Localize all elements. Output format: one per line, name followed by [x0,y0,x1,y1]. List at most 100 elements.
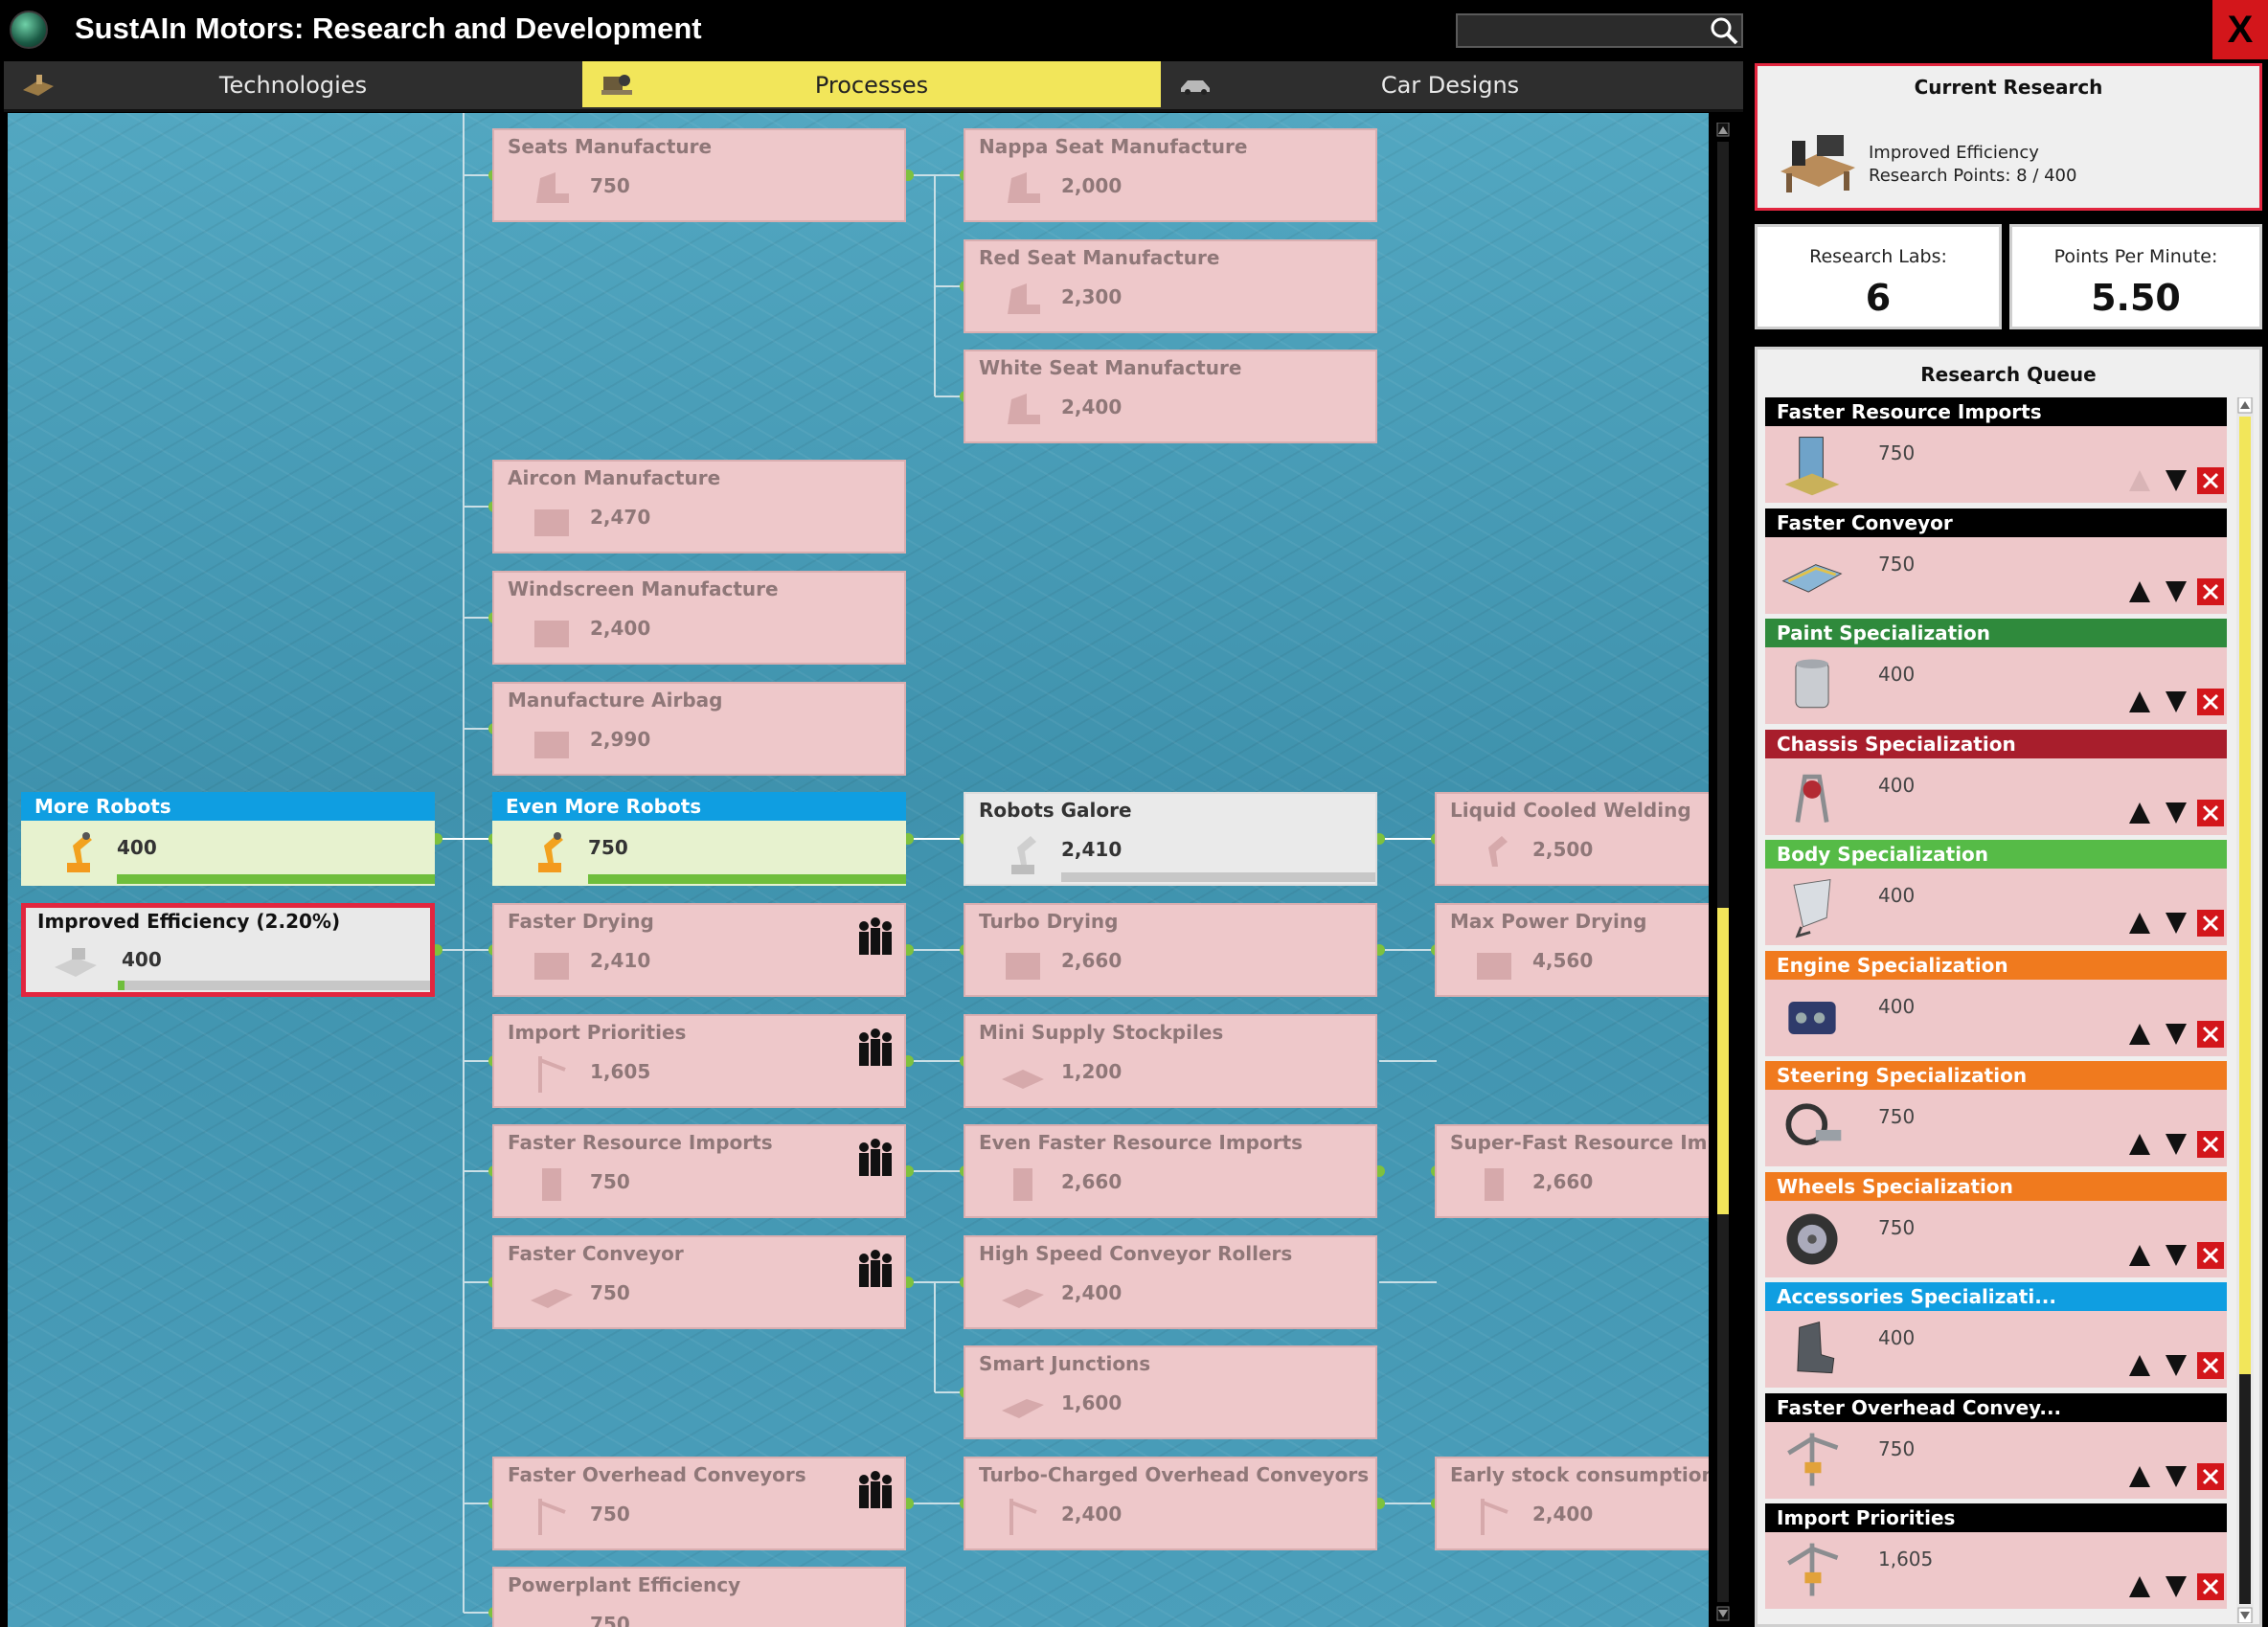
tech-node-robots-galore[interactable]: Robots Galore 2,410 [964,792,1377,886]
tab-processes[interactable]: Processes [582,61,1161,107]
research-tree[interactable]: Seats Manufacture 750 Nappa Seat Manufact… [8,113,1709,1627]
tech-node-windscreen-manufacture[interactable]: Windscreen Manufacture 2,400 [492,571,906,665]
queue-item-name: Import Priorities [1777,1506,1956,1529]
tech-node-turbo-charged-overhead-conveyors[interactable]: Turbo-Charged Overhead Conveyors 2,400 [964,1457,1377,1550]
remove-button[interactable] [2196,576,2225,608]
tech-node-turbo-drying[interactable]: Turbo Drying 2,660 [964,903,1377,997]
tech-node-super-fast-resource-imports[interactable]: Super-Fast Resource Impo 2,660 [1435,1124,1709,1218]
tech-node-powerplant-efficiency[interactable]: Powerplant Efficiency 750 [492,1567,906,1627]
tech-node-faster-conveyor[interactable]: Faster Conveyor 750 [492,1235,906,1329]
remove-button[interactable] [2196,797,2225,829]
move-down-button[interactable] [2162,1349,2190,1382]
queue-item[interactable]: Wheels Specialization 750 [1765,1171,2227,1277]
conveyor-icon [531,1289,573,1308]
tech-node-faster-drying[interactable]: Faster Drying 2,410 [492,903,906,997]
import-door-icon [542,1168,561,1201]
tech-node-even-more-robots[interactable]: Even More Robots 750 [492,792,906,886]
queue-item-points: 400 [1878,1326,1916,1349]
queue-item[interactable]: Steering Specialization 750 [1765,1061,2227,1166]
tech-node-nappa-seat[interactable]: Nappa Seat Manufacture 2,000 [964,128,1377,222]
move-down-button[interactable] [2162,1460,2190,1493]
move-up-button[interactable] [2125,907,2154,939]
remove-button[interactable] [2196,1128,2225,1161]
node-points: 2,990 [590,728,651,751]
move-up-button[interactable] [2125,686,2154,718]
tech-node-manufacture-airbag[interactable]: Manufacture Airbag 2,990 [492,682,906,776]
move-down-button[interactable] [2162,1571,2190,1603]
tech-node-max-power-drying[interactable]: Max Power Drying 4,560 [1435,903,1709,997]
move-down-button[interactable] [2162,1239,2190,1272]
move-down-button[interactable] [2162,576,2190,608]
node-name: Liquid Cooled Welding [1450,799,1691,822]
move-up-button[interactable] [2125,1571,2154,1603]
tech-node-seats-manufacture[interactable]: Seats Manufacture 750 [492,128,906,222]
search-icon[interactable] [1709,15,1739,46]
tech-node-smart-junctions[interactable]: Smart Junctions 1,600 [964,1345,1377,1439]
tree-scrollbar[interactable] [1714,123,1732,1621]
node-progress-bar [118,981,125,990]
queue-item[interactable]: Faster Conveyor 750 [1765,508,2227,614]
queue-item[interactable]: Body Specialization 400 [1765,840,2227,945]
points-per-minute-value: 5.50 [2091,277,2181,319]
move-down-button[interactable] [2162,797,2190,829]
move-up-button[interactable] [2125,1349,2154,1382]
move-up-button[interactable] [2125,1239,2154,1272]
tech-node-import-priorities[interactable]: Import Priorities 1,605 [492,1014,906,1108]
queue-item[interactable]: Faster Overhead Convey... 750 [1765,1392,2227,1499]
remove-button[interactable] [2196,1460,2225,1493]
tab-car-designs[interactable]: Car Designs [1161,61,1739,107]
move-up-button[interactable] [2125,1128,2154,1161]
seat-icon [1008,283,1040,314]
remove-button[interactable] [2196,907,2225,939]
queue-scrollbar[interactable] [2236,397,2254,1623]
remove-button[interactable] [2196,1349,2225,1382]
queue-item[interactable]: Chassis Specialization 400 [1765,729,2227,835]
close-button[interactable]: X [2212,0,2268,59]
move-down-button[interactable] [2162,464,2190,497]
queue-item[interactable]: Paint Specialization 400 [1765,619,2227,724]
tech-node-aircon-manufacture[interactable]: Aircon Manufacture 2,470 [492,460,906,554]
move-down-button[interactable] [2162,1018,2190,1051]
queue-item-points: 400 [1878,663,1916,686]
move-down-button[interactable] [2162,907,2190,939]
move-up-button[interactable] [2125,1460,2154,1493]
workers-icon [859,1139,892,1176]
move-up-button[interactable] [2125,576,2154,608]
tech-node-mini-supply-stockpiles[interactable]: Mini Supply Stockpiles 1,200 [964,1014,1377,1108]
tab-technologies[interactable]: Technologies [4,61,582,107]
queue-item[interactable]: Faster Resource Imports 750 [1765,397,2227,503]
queue-item[interactable]: Import Priorities 1,605 [1765,1503,2227,1609]
node-points: 2,410 [1061,838,1123,861]
queue-item-points: 400 [1878,884,1916,907]
research-labs-value: 6 [1865,277,1892,319]
tech-node-high-speed-conveyor-rollers[interactable]: High Speed Conveyor Rollers 2,400 [964,1235,1377,1329]
node-progress-bar [117,874,435,884]
queue-item[interactable]: Engine Specialization 400 [1765,950,2227,1056]
remove-button[interactable] [2196,464,2225,497]
node-name: White Seat Manufacture [979,356,1242,379]
remove-button[interactable] [2196,1571,2225,1603]
technologies-icon [23,75,54,96]
remove-button[interactable] [2196,1239,2225,1272]
tech-node-improved-efficiency[interactable]: Improved Efficiency (2.20%) 400 [21,903,435,997]
tech-node-liquid-cooled-welding[interactable]: Liquid Cooled Welding 2,500 [1435,792,1709,886]
tech-node-early-stock-consumption[interactable]: Early stock consumption 2,400 [1435,1457,1709,1550]
tech-node-even-faster-resource-imports[interactable]: Even Faster Resource Imports 2,660 [964,1124,1377,1218]
move-up-button[interactable] [2125,1018,2154,1051]
node-points: 2,660 [1061,1170,1123,1193]
node-name: Mini Supply Stockpiles [979,1021,1224,1044]
queue-item[interactable]: Accessories Specializati... 400 [1765,1282,2227,1388]
tech-node-more-robots[interactable]: More Robots 400 [21,792,435,886]
tech-node-red-seat[interactable]: Red Seat Manufacture 2,300 [964,239,1377,333]
search-input[interactable] [1456,13,1743,48]
remove-button[interactable] [2196,1018,2225,1051]
remove-button[interactable] [2196,686,2225,718]
node-name: Faster Overhead Conveyors [508,1463,806,1486]
tech-node-faster-resource-imports[interactable]: Faster Resource Imports 750 [492,1124,906,1218]
move-up-button[interactable] [2125,464,2154,497]
tech-node-faster-overhead-conveyors[interactable]: Faster Overhead Conveyors 750 [492,1457,906,1550]
move-up-button[interactable] [2125,797,2154,829]
move-down-button[interactable] [2162,686,2190,718]
tech-node-white-seat[interactable]: White Seat Manufacture 2,400 [964,350,1377,443]
move-down-button[interactable] [2162,1128,2190,1161]
